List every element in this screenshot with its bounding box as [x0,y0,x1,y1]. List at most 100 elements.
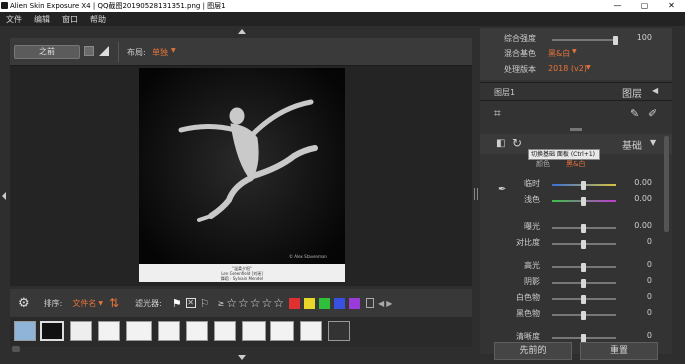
collapse-bottom-arrow-icon[interactable] [238,355,246,360]
main-photo[interactable]: © Alex Stavenman [139,68,345,282]
scroll-left-icon[interactable]: ◀ [378,299,384,308]
sort-chevron-icon[interactable]: ▼ [98,300,103,307]
flag-reject-icon[interactable]: ✕ [185,298,196,308]
thumbnail-doc-2[interactable] [126,321,152,341]
gear-icon[interactable]: ⚙ [18,296,30,311]
minimize-button[interactable]: — [604,0,631,12]
sort-dropdown[interactable]: 文件名 [72,298,96,309]
panel-grip[interactable] [570,128,582,131]
previous-button[interactable]: 先前的 [494,342,572,360]
blend-dropdown[interactable]: 黑&白 [548,48,570,59]
menu-bar: 文件 编辑 窗口 帮助 [0,12,685,26]
thumbnail-dark[interactable] [328,321,350,341]
slider-track[interactable] [552,181,616,190]
triangle-mask-icon[interactable] [98,45,110,57]
overall-strength-slider[interactable] [552,36,618,45]
layer-name: 图层1 [494,88,516,97]
eraser-icon[interactable]: ✐ [648,107,657,120]
type-dropdown[interactable]: 黑&白 [566,159,585,169]
thumbnail-doc-6[interactable] [242,321,266,341]
thumbnail-selected[interactable] [40,321,64,341]
refresh-icon[interactable]: ↻ [512,136,522,150]
color-none-icon[interactable] [366,298,375,308]
flag-outline-icon[interactable]: ⚐ [200,297,210,310]
app-icon [1,2,8,9]
close-button[interactable]: ✕ [658,0,685,12]
caption-line-3: 舞蹈 · Sylvain Mendel [220,276,264,281]
star-icon[interactable]: ☆ [238,296,249,310]
blend-label: 混合基色 [504,49,536,58]
color-label-swatch[interactable] [319,297,331,309]
menu-window[interactable]: 窗口 [62,14,78,25]
thumbnail-qr[interactable] [14,321,36,341]
filmstrip-scrollbar[interactable] [12,346,20,352]
chevron-down-icon[interactable]: ▼ [171,47,176,54]
slider-knob[interactable] [581,197,586,206]
before-button[interactable]: 之前 [14,45,80,59]
thumbnail-doc-8[interactable] [300,321,322,341]
slider-knob[interactable] [581,279,586,288]
star-rating[interactable]: ☆☆☆☆☆ [226,296,285,310]
slider-row: 白色物 0 [480,292,672,306]
layers-title: 图层 [622,89,642,100]
thumbnail-doc-4[interactable] [186,321,208,341]
slider-track[interactable] [552,334,616,343]
slider-knob[interactable] [581,295,586,304]
process-dropdown[interactable]: 2018 (v2) [548,64,587,73]
collapse-left-arrow-icon[interactable] [2,192,6,200]
star-icon[interactable]: ☆ [273,296,284,310]
scroll-right-icon[interactable]: ▶ [386,299,392,308]
panel-toggle-icon[interactable]: ◧ [496,138,505,149]
crop-icon[interactable]: ⌗ [494,106,501,121]
blend-chevron-icon[interactable]: ▼ [572,48,577,55]
thumbnail-dancer[interactable] [70,321,92,341]
star-icon[interactable]: ☆ [250,296,261,310]
star-icon[interactable]: ☆ [262,296,273,310]
thumbnail-doc-3[interactable] [158,321,180,341]
thumbnail-doc-7[interactable] [270,321,294,341]
slider-track[interactable] [552,311,616,320]
thumbnail-doc-5[interactable] [214,321,236,341]
brush-icon[interactable]: ✎ [630,107,639,120]
thumbnail-doc-1[interactable] [98,321,120,341]
layers-collapse-icon[interactable]: ◀ [652,86,658,95]
sort-arrows-icon[interactable]: ⇅ [109,296,119,310]
color-label-swatch[interactable] [334,297,346,309]
color-label-swatch[interactable] [304,297,316,309]
maximize-button[interactable]: ▢ [631,0,658,12]
slider-row: 曝光 0.00 [480,221,672,235]
color-label-swatch[interactable] [289,297,301,309]
slider-label: 临时 [524,179,540,188]
menu-edit[interactable]: 编辑 [34,14,50,25]
color-label-swatch[interactable] [349,297,361,309]
slider-knob[interactable] [581,240,586,249]
splitter-handle[interactable] [474,188,478,200]
slider-track[interactable] [552,279,616,288]
basic-collapse-icon[interactable]: ▼ [650,138,656,147]
layout-dropdown[interactable]: 单独 [152,47,168,58]
slider-knob[interactable] [581,224,586,233]
slider-track[interactable] [552,295,616,304]
overall-strength-label: 综合强度 [504,34,536,43]
slider-track[interactable] [552,263,616,272]
flag-white-icon[interactable]: ⚑ [172,297,182,310]
process-chevron-icon[interactable]: ▼ [586,64,591,71]
slider-knob[interactable] [581,181,586,190]
slider-knob[interactable] [581,311,586,320]
reset-button[interactable]: 重置 [580,342,658,360]
slider-knob[interactable] [613,36,618,45]
star-icon[interactable]: ☆ [226,296,237,310]
menu-help[interactable]: 帮助 [90,14,106,25]
panel-scrollbar[interactable] [664,136,669,232]
slider-track[interactable] [552,224,616,233]
slider-knob[interactable] [581,263,586,272]
collapse-top-arrow-icon[interactable] [238,29,246,34]
slider-label: 清晰度 [516,332,540,341]
menu-file[interactable]: 文件 [6,14,22,25]
overall-strength-value: 100 [636,33,652,42]
slider-track[interactable] [552,197,616,206]
slider-value: 0 [646,331,652,340]
filmstrip [10,317,472,347]
slider-track[interactable] [552,240,616,249]
compare-square-icon[interactable] [84,46,94,56]
